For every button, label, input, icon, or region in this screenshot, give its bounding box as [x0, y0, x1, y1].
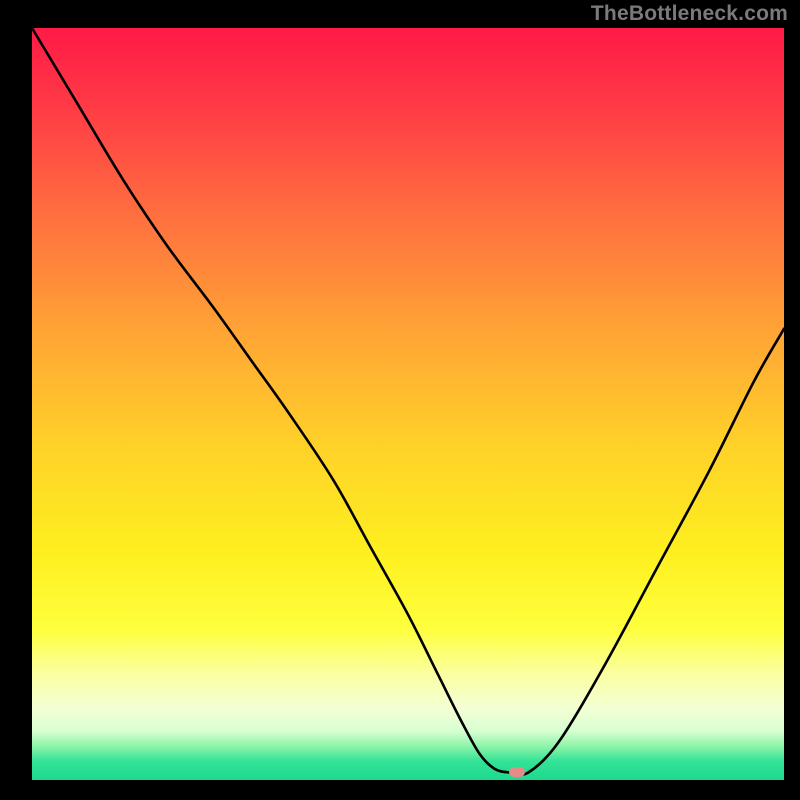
plot-area [32, 28, 784, 780]
optimum-marker [509, 767, 525, 777]
watermark-text: TheBottleneck.com [591, 2, 788, 26]
chart-container: TheBottleneck.com [0, 0, 800, 800]
bottleneck-curve [32, 28, 784, 780]
